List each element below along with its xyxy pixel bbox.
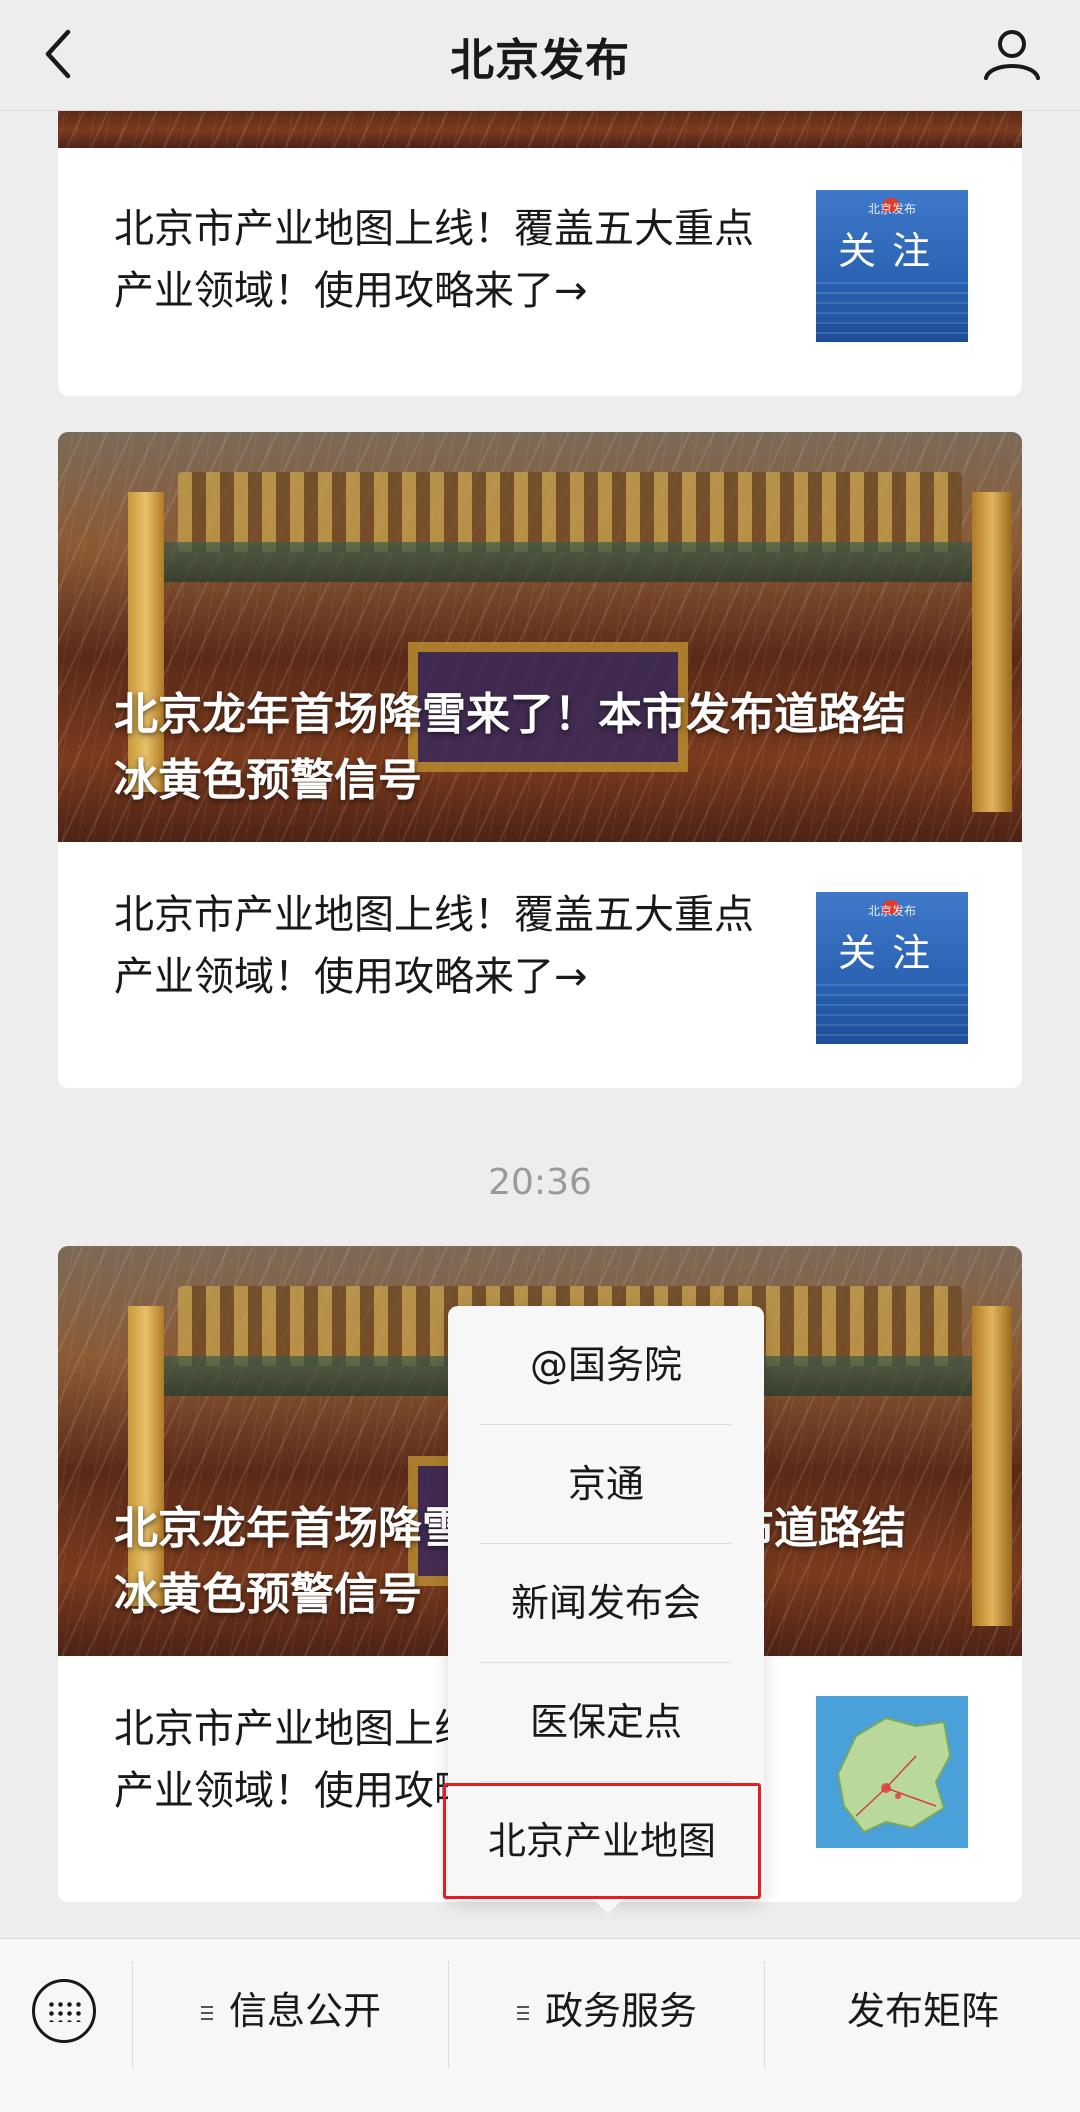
keyboard-icon[interactable] <box>32 1979 96 2043</box>
bottom-menu-info[interactable]: 信息公开 <box>134 1979 448 2043</box>
article-title: 北京市产业地图上线！覆盖五大重点产业领域！使用攻略来了→ <box>114 206 754 314</box>
article-row[interactable]: 北京市产业地图上线！覆盖五大重点产业领域！使用攻略来了→ 北京发布 关注 <box>58 148 1022 396</box>
menu-lines-icon <box>200 2005 213 2022</box>
menu-lines-icon <box>516 2005 529 2022</box>
banner-headline: 北京龙年首场降雪来了！本市发布道路结冰黄色预警信号 <box>114 689 906 806</box>
profile-icon[interactable] <box>980 22 1044 86</box>
article-thumbnail: 北京发布 关注 <box>816 892 968 1044</box>
article-row[interactable]: 北京市产业地图上线！覆盖五大重点产业领域！使用攻略来了→ 北京发布 关注 <box>58 842 1022 1088</box>
article-banner-image[interactable]: 北京龙年首场降雪来了！本市发布道路结冰黄色预警信号 <box>58 432 1022 842</box>
message-timestamp: 20:36 <box>488 1162 592 1203</box>
article-thumbnail: 北京发布 关注 <box>816 190 968 342</box>
bottom-menu-services[interactable]: 政务服务 <box>450 1979 764 2043</box>
page-title: 北京发布 <box>450 35 630 86</box>
menu-item-press-conference[interactable]: 新闻发布会 <box>448 1544 764 1662</box>
menu-item-medical-insurance[interactable]: 医保定点 <box>448 1663 764 1781</box>
menu-item-jingtong[interactable]: 京通 <box>448 1425 764 1543</box>
menu-item-industry-map[interactable]: 北京产业地图 <box>442 1782 762 1900</box>
service-popup-menu: @国务院 京通 新闻发布会 医保定点 北京产业地图 <box>443 1306 764 1914</box>
map-thumbnail <box>816 1696 968 1848</box>
bottom-menu-matrix[interactable]: 发布矩阵 <box>766 1979 1080 2043</box>
menu-item-guowuyuan[interactable]: @国务院 <box>448 1306 764 1424</box>
top-nav-bar: 北京发布 <box>0 0 1080 111</box>
article-card[interactable]: 北京龙年首场降雪来了！本市发布道路结冰黄色预警信号 北京市产业地图上线！覆盖五大… <box>58 432 1022 1088</box>
article-title: 北京市产业地图上线！覆盖五大重点产业领域！使用攻略来了→ <box>114 892 754 1000</box>
bottom-menu-bar: 信息公开 政务服务 发布矩阵 <box>0 1938 1080 2112</box>
